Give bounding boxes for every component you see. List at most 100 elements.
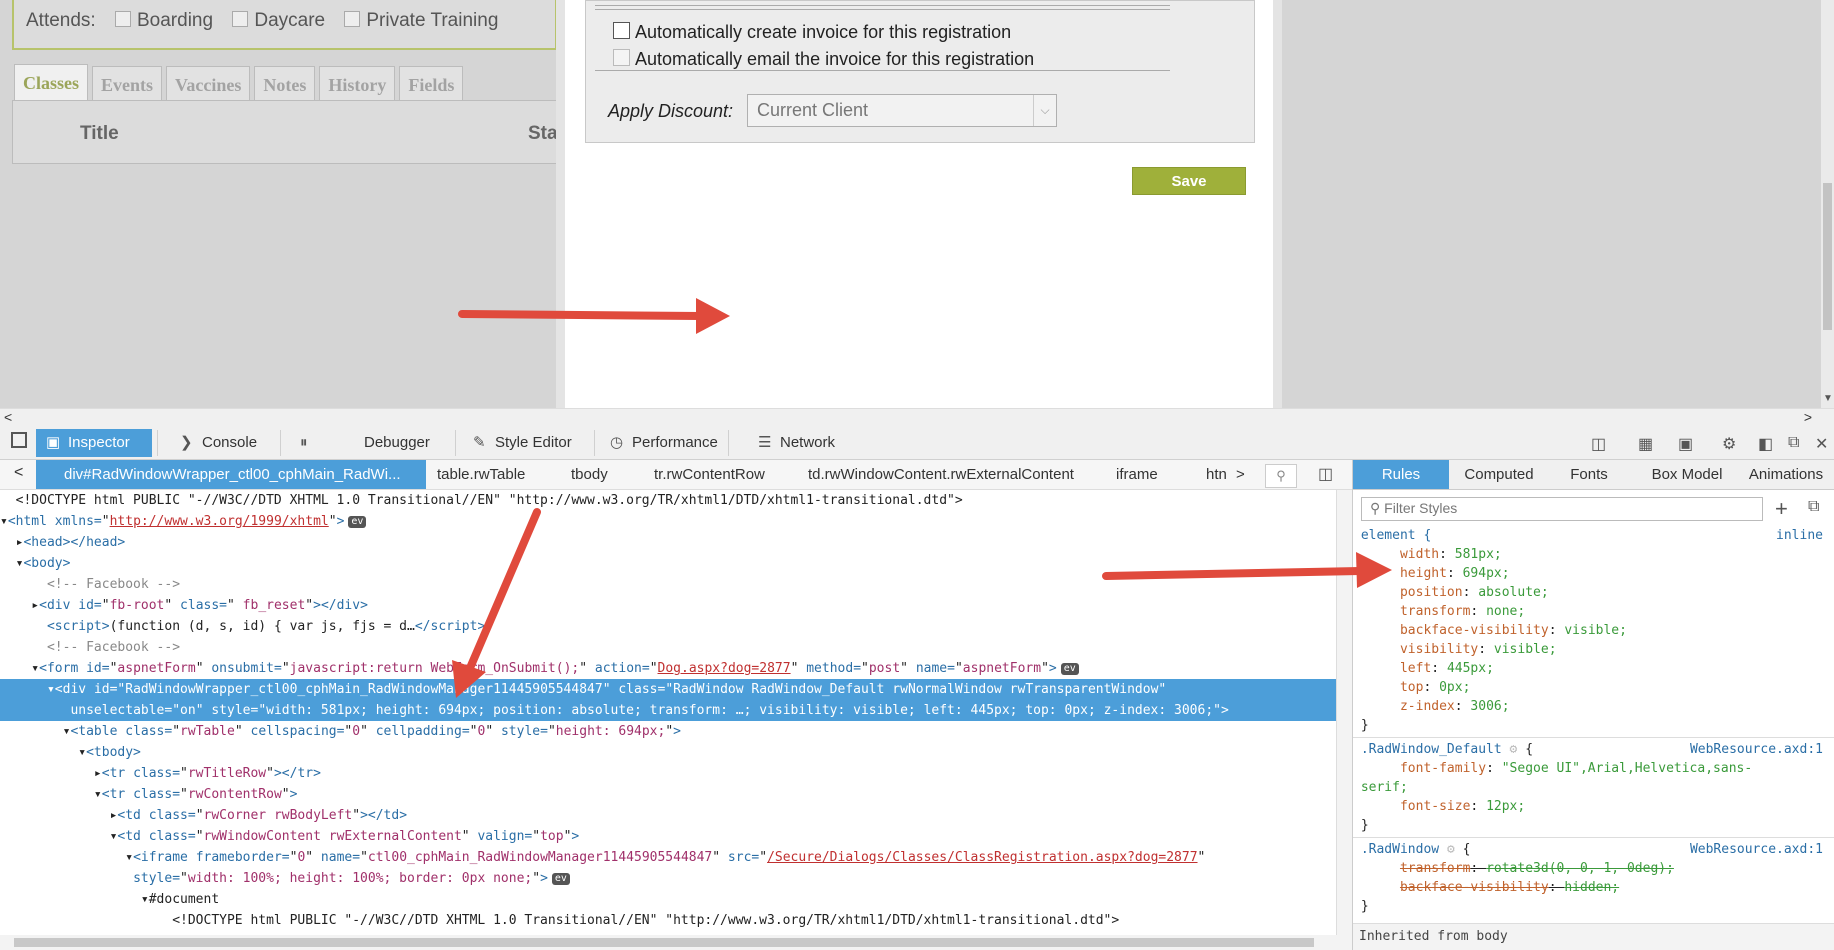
- search-icon[interactable]: ⚲: [1265, 464, 1297, 488]
- html-namespace[interactable]: http://www.w3.org/1999/xhtml: [110, 514, 329, 529]
- markup-line[interactable]: ▾#document: [0, 889, 1336, 910]
- tab-notes[interactable]: Notes: [254, 66, 316, 100]
- undock-icon[interactable]: ⧉: [1788, 434, 1799, 452]
- scroll-left-icon[interactable]: <: [4, 409, 12, 425]
- tab-performance[interactable]: ◷ Performance: [600, 429, 730, 457]
- markup-line-selected[interactable]: ▾<div id="RadWindowWrapper_ctl00_cphMain…: [0, 679, 1336, 700]
- breadcrumb-item[interactable]: td.rwWindowContent.rwExternalContent: [808, 460, 1074, 489]
- css-declaration[interactable]: transform: none;: [1353, 602, 1834, 621]
- breadcrumb-back-icon[interactable]: <: [14, 464, 23, 482]
- markup-line[interactable]: <!-- Facebook -->: [0, 637, 1336, 658]
- rule-source[interactable]: WebResource.axd:1: [1690, 740, 1823, 759]
- css-declaration[interactable]: height: 694px;: [1353, 564, 1834, 583]
- gear-icon[interactable]: ⚙: [1447, 842, 1455, 857]
- tab-console[interactable]: ❯ Console: [170, 429, 280, 457]
- page-vertical-scrollbar[interactable]: ▼: [1821, 0, 1834, 408]
- markup-line[interactable]: style="width: 100%; height: 100%; border…: [0, 868, 1336, 889]
- markup-line[interactable]: ▸<head></head>: [0, 532, 1336, 553]
- tab-classes[interactable]: Classes: [14, 64, 89, 100]
- scroll-right-icon[interactable]: >: [1804, 409, 1812, 425]
- markup-line[interactable]: ▾<table class="rwTable" cellspacing="0" …: [0, 721, 1336, 742]
- daycare-checkbox[interactable]: [232, 11, 249, 27]
- auto-email-checkbox[interactable]: [613, 49, 630, 66]
- close-icon[interactable]: ✕: [1815, 434, 1828, 454]
- css-declaration-overridden[interactable]: transform: rotate3d(0, 0, 1, 0deg);: [1353, 859, 1834, 878]
- tab-rules[interactable]: Rules: [1353, 460, 1449, 489]
- tab-debugger[interactable]: ⏸ Debugger: [300, 429, 442, 457]
- rule-source[interactable]: inline: [1776, 526, 1823, 545]
- auto-invoice-option[interactable]: Automatically create invoice for this re…: [613, 22, 1011, 43]
- breadcrumb-item[interactable]: div#RadWindowWrapper_ctl00_cphMain_RadWi…: [36, 460, 426, 489]
- tab-vaccines[interactable]: Vaccines: [166, 66, 251, 100]
- toggle-sidebar-icon[interactable]: ◫: [1318, 464, 1333, 484]
- breadcrumb-item[interactable]: table.rwTable: [437, 460, 525, 489]
- dock-side-icon[interactable]: ◧: [1758, 434, 1773, 454]
- markup-line[interactable]: ▾<html xmlns="http://www.w3.org/1999/xht…: [0, 511, 1336, 532]
- markup-line[interactable]: <!-- Facebook -->: [0, 574, 1336, 595]
- css-declaration[interactable]: font-size: 12px;: [1353, 797, 1834, 816]
- breadcrumb-item[interactable]: iframe: [1116, 460, 1158, 489]
- gear-icon[interactable]: ⚙: [1722, 434, 1736, 454]
- css-declaration[interactable]: left: 445px;: [1353, 659, 1834, 678]
- markup-line[interactable]: ▾<form id="aspnetForm" onsubmit="javascr…: [0, 658, 1336, 679]
- css-declaration[interactable]: backface-visibility: visible;: [1353, 621, 1834, 640]
- page-horizontal-scrollbar[interactable]: < >: [0, 408, 1834, 426]
- markup-line[interactable]: ▸<div id="fb-root" class=" fb_reset"></d…: [0, 595, 1336, 616]
- scrollbar-thumb[interactable]: [14, 938, 1314, 947]
- markup-horizontal-scrollbar[interactable]: [0, 935, 1352, 950]
- css-declaration[interactable]: z-index: 3006;: [1353, 697, 1834, 716]
- markup-line[interactable]: ▾<td class="rwWindowContent rwExternalCo…: [0, 826, 1336, 847]
- markup-line[interactable]: ▾<tbody>: [0, 742, 1336, 763]
- markup-vertical-scrollbar[interactable]: [1336, 490, 1352, 935]
- iframe-src-link[interactable]: /Secure/Dialogs/Classes/ClassRegistratio…: [767, 850, 1197, 865]
- tab-history[interactable]: History: [319, 66, 396, 100]
- markup-line[interactable]: <!DOCTYPE html PUBLIC "-//W3C//DTD XHTML…: [0, 490, 1336, 511]
- event-badge[interactable]: ev: [551, 873, 570, 885]
- tab-inspector[interactable]: ▣ Inspector: [36, 429, 152, 457]
- css-declaration[interactable]: visibility: visible;: [1353, 640, 1834, 659]
- toggle-classes-icon[interactable]: ⧉: [1808, 498, 1819, 516]
- add-rule-icon[interactable]: +: [1775, 496, 1788, 522]
- tab-fonts[interactable]: Fonts: [1549, 460, 1629, 489]
- gear-icon[interactable]: ⚙: [1510, 742, 1518, 757]
- discount-select[interactable]: Current Client ⌵: [747, 94, 1057, 127]
- markup-line[interactable]: ▾<iframe frameborder="0" name="ctl00_cph…: [0, 847, 1336, 868]
- css-declaration-overridden[interactable]: backface-visibility: hidden;: [1353, 878, 1834, 897]
- responsive-icon[interactable]: ▦: [1638, 434, 1653, 454]
- scroll-down-arrow-icon[interactable]: ▼: [1823, 393, 1833, 404]
- breadcrumb-forward-icon[interactable]: >: [1236, 460, 1245, 489]
- markup-line[interactable]: ▸<td class="rwCorner rwBodyLeft"></td>: [0, 805, 1336, 826]
- save-button[interactable]: Save: [1132, 167, 1246, 195]
- tab-events[interactable]: Events: [92, 66, 163, 100]
- breadcrumb-item[interactable]: tbody: [571, 460, 608, 489]
- scrollbar-thumb[interactable]: [1823, 183, 1832, 330]
- tab-fields[interactable]: Fields: [399, 66, 464, 100]
- tab-style-editor[interactable]: ✎ Style Editor: [463, 429, 603, 457]
- markup-line[interactable]: ▾<body>: [0, 553, 1336, 574]
- markup-line[interactable]: ▾<tr class="rwContentRow">: [0, 784, 1336, 805]
- markup-line[interactable]: ▸<tr class="rwTitleRow"></tr>: [0, 763, 1336, 784]
- layout-icon[interactable]: ◫: [1591, 434, 1606, 454]
- private-training-checkbox[interactable]: [344, 11, 361, 27]
- element-picker-icon[interactable]: [11, 432, 27, 448]
- css-declaration[interactable]: top: 0px;: [1353, 678, 1834, 697]
- tab-network[interactable]: ☰ Network: [748, 429, 858, 457]
- markup-line[interactable]: <script>(function (d, s, id) { var js, f…: [0, 616, 1336, 637]
- tab-box-model[interactable]: Box Model: [1637, 460, 1737, 489]
- css-declaration[interactable]: width: 581px;: [1353, 545, 1834, 564]
- event-badge[interactable]: ev: [1060, 663, 1079, 675]
- auto-email-option[interactable]: Automatically email the invoice for this…: [613, 49, 1034, 70]
- auto-invoice-checkbox[interactable]: [613, 22, 630, 39]
- tab-computed[interactable]: Computed: [1449, 460, 1549, 489]
- screenshot-icon[interactable]: ▣: [1678, 434, 1693, 454]
- chevron-down-icon[interactable]: ⌵: [1033, 95, 1056, 126]
- form-action-link[interactable]: Dog.aspx?dog=2877: [658, 661, 791, 676]
- breadcrumb-item[interactable]: tr.rwContentRow: [654, 460, 765, 489]
- markup-line-selected[interactable]: unselectable="on" style="width: 581px; h…: [0, 700, 1336, 721]
- filter-styles-input[interactable]: ⚲ Filter Styles: [1361, 497, 1763, 521]
- markup-line[interactable]: <!DOCTYPE html PUBLIC "-//W3C//DTD XHTML…: [0, 910, 1336, 931]
- event-badge[interactable]: ev: [348, 516, 367, 528]
- breadcrumb-item[interactable]: htn: [1206, 460, 1227, 489]
- boarding-checkbox[interactable]: [115, 11, 131, 27]
- rule-source[interactable]: WebResource.axd:1: [1690, 840, 1823, 859]
